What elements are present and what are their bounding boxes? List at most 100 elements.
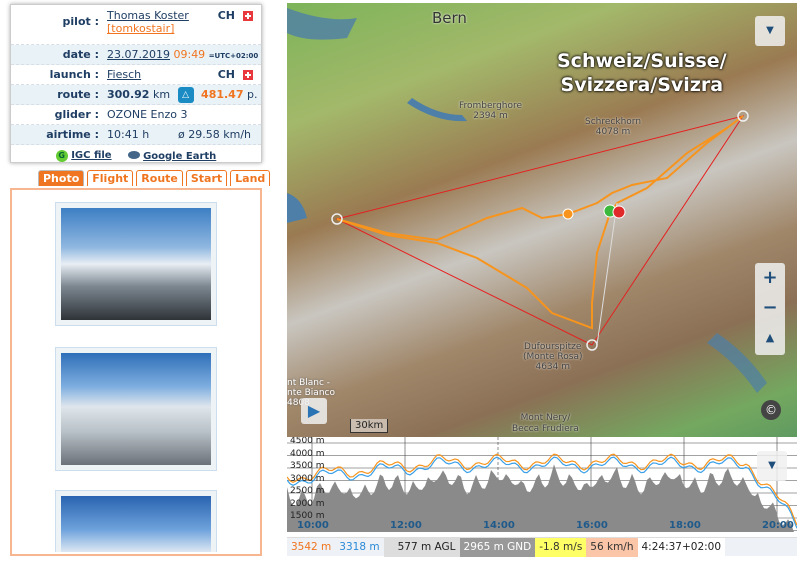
zoom-out-button[interactable]: −: [755, 293, 785, 323]
peak-height: 4634 m: [535, 362, 571, 372]
y-tick-label: 4000 m: [290, 448, 325, 459]
tab-route[interactable]: Route: [136, 170, 183, 186]
x-tick-label: 14:00: [483, 520, 515, 531]
peak-height: 4078 m: [595, 127, 631, 137]
altitude-profile-svg: [287, 437, 797, 532]
route-distance: 300.92: [107, 87, 150, 101]
photo-thumbnail[interactable]: [55, 202, 217, 326]
speed-value: 56 km/h: [586, 537, 638, 557]
peak-name: Dufourspitze: [524, 342, 582, 352]
swiss-flag-icon: [243, 69, 253, 80]
time-value: 4:24:37+02:00: [637, 537, 726, 557]
peak-name-alt: Becca Frudiera: [512, 424, 579, 434]
copyright-button[interactable]: ©: [761, 400, 781, 420]
x-tick-label: 10:00: [297, 520, 329, 531]
lake: [407, 98, 467, 122]
vario-value: -1.8 m/s: [535, 537, 587, 557]
photo-thumbnail[interactable]: [55, 347, 217, 471]
x-tick-label: 20:00: [762, 520, 794, 531]
y-tick-label: 3000 m: [290, 473, 325, 484]
map-label-peak: Fromberghore 2394 m: [459, 101, 522, 121]
pilot-username-link[interactable]: [tomkostair]: [107, 22, 174, 35]
play-button[interactable]: ▶: [301, 398, 327, 424]
photo-gallery: [10, 188, 262, 556]
x-tick-label: 18:00: [669, 520, 701, 531]
zoom-in-button[interactable]: +: [755, 263, 785, 293]
timezone: =UTC+02:00: [208, 52, 259, 60]
triangle-route-icon: △: [177, 86, 194, 103]
lake: [287, 8, 357, 40]
tab-photo[interactable]: Photo: [38, 170, 85, 186]
route-label: route :: [57, 88, 99, 101]
tab-start[interactable]: Start: [185, 170, 228, 186]
google-earth-label: Google Earth: [143, 150, 217, 162]
launch-link[interactable]: Fiesch: [107, 68, 261, 81]
peak-name-alt: nte Bianco: [287, 388, 335, 398]
status-bar: 3542 m 3318 m 577 m AGL 2965 m GND -1.8 …: [287, 537, 797, 557]
swiss-flag-icon: [243, 11, 253, 21]
pilot-row: pilot : Thomas Koster [tomkostair] CH: [11, 5, 261, 45]
altitude-profile-chart[interactable]: 4500 m 4000 m 3500 m 3000 m 2500 m 2000 m 1500…: [287, 437, 797, 537]
country-name-1: Schweiz/Suisse/: [557, 50, 727, 72]
avg-speed: ø 29.58 km/h: [178, 128, 251, 141]
time-value: 09:49: [173, 48, 206, 61]
airtime-label: airtime :: [46, 128, 99, 141]
date-label: date :: [62, 48, 99, 61]
map-label-peak: Mont Nery/Becca Frudiera: [512, 413, 579, 435]
date-row: date : 23.07.2019 09:49 =UTC+02:00: [11, 45, 261, 65]
ground-profile: [287, 464, 797, 532]
date-link[interactable]: 23.07.2019: [107, 48, 170, 61]
google-earth-icon: [127, 150, 140, 159]
y-tick-label: 3500 m: [290, 461, 325, 471]
x-tick-label: 16:00: [576, 520, 608, 531]
glider-label: glider :: [54, 108, 99, 121]
launch-country: CH: [217, 68, 235, 81]
current-position-marker: [562, 208, 574, 220]
compass-north-icon[interactable]: ▲: [755, 323, 785, 353]
map-scale: 30km: [350, 419, 389, 433]
peak-name: Mont Nery/: [520, 413, 571, 423]
map-label-peak: Dufourspitze (Monte Rosa) 4634 m: [523, 342, 582, 372]
chart-dropdown-button[interactable]: ▼: [757, 451, 787, 481]
peak-height: 2394 m: [473, 111, 508, 121]
country-name-2: Svizzera/Svizra: [560, 74, 724, 96]
layers-dropdown-button[interactable]: ▼: [755, 16, 785, 46]
pilot-name-link[interactable]: Thomas Koster: [107, 9, 189, 22]
google-earth-link[interactable]: Google Earth: [127, 150, 217, 162]
lake: [287, 193, 307, 223]
igc-icon: G: [55, 150, 68, 162]
flight-info-card: pilot : Thomas Koster [tomkostair] CH dat…: [10, 4, 262, 163]
x-tick-label: 12:00: [390, 520, 422, 531]
peak-name: nt Blanc -: [287, 378, 331, 388]
landing-marker-icon: [612, 205, 626, 219]
launch-label: launch :: [49, 68, 99, 81]
airtime-row: airtime : 10:41 h ø 29.58 km/h: [11, 125, 261, 145]
launch-row: launch : Fiesch CH: [11, 65, 261, 85]
map-label-country: Schweiz/Suisse/Svizzera/Svizra: [557, 49, 727, 97]
photo-thumbnail[interactable]: [55, 490, 217, 552]
map-label-peak: Schreckhorn 4078 m: [585, 117, 641, 137]
y-tick-label: 4500 m: [290, 437, 325, 446]
route-unit: km: [152, 87, 171, 101]
peak-name: Schreckhorn: [585, 117, 642, 127]
tab-bar: Photo Flight Route Start Land: [38, 170, 271, 186]
y-tick-label: 2500 m: [290, 486, 325, 496]
agl-value: 577 m AGL: [383, 537, 460, 557]
igc-file-link[interactable]: G IGC file: [55, 150, 112, 162]
tab-land[interactable]: Land: [230, 170, 271, 186]
peak-name: Fromberghore: [459, 101, 523, 111]
route-row: route : 300.92 km △ 481.47 p.: [11, 85, 261, 105]
glider-value: OZONE Enzo 3: [107, 108, 188, 121]
ground-altitude: 2965 m GND: [459, 537, 536, 557]
route-triangle: [335, 115, 745, 346]
route-points: 481.47: [201, 87, 244, 101]
gps-altitude: 3542 m: [291, 540, 332, 553]
flight-track: [336, 115, 744, 330]
igc-label: IGC file: [71, 150, 112, 161]
zoom-controls: + − ▲: [755, 263, 785, 355]
pilot-country: CH: [217, 9, 235, 22]
map-view[interactable]: Bern Schweiz/Suisse/Svizzera/Svizra From…: [287, 3, 797, 437]
glider-row: glider : OZONE Enzo 3: [11, 105, 261, 125]
tab-flight[interactable]: Flight: [87, 170, 134, 186]
y-tick-label: 2000 m: [290, 498, 325, 509]
